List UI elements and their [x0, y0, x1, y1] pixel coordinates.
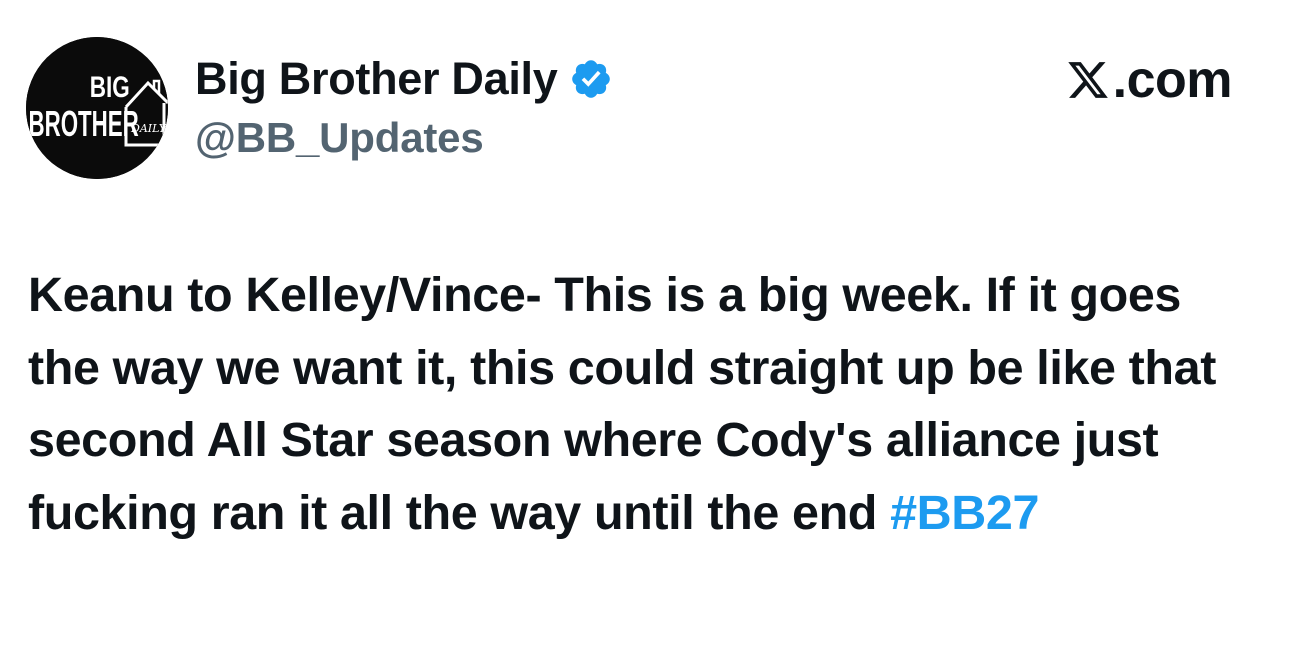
- brand-text: .com: [1112, 51, 1233, 109]
- x-logo-icon: [1067, 62, 1108, 98]
- tweet-text: Keanu to Kelley/Vince- This is a big wee…: [28, 259, 1258, 549]
- brand-label[interactable]: .com: [1065, 50, 1233, 110]
- hashtag-link[interactable]: #BB27: [890, 486, 1039, 540]
- tweet-card: BIG BROTHER DAILY Big Brother Daily @BB_…: [0, 0, 1290, 667]
- account-handle[interactable]: @BB_Updates: [195, 112, 484, 164]
- verified-badge-icon: [572, 60, 611, 98]
- big-brother-daily-logo-icon: BIG BROTHER DAILY: [26, 37, 168, 179]
- avatar-text-big: BIG: [90, 70, 130, 104]
- avatar-text-brother: BROTHER: [28, 105, 138, 145]
- name-row: Big Brother Daily: [195, 52, 613, 106]
- avatar[interactable]: BIG BROTHER DAILY: [26, 37, 168, 179]
- display-name[interactable]: Big Brother Daily: [195, 52, 558, 106]
- avatar-text-daily: DAILY: [130, 122, 168, 135]
